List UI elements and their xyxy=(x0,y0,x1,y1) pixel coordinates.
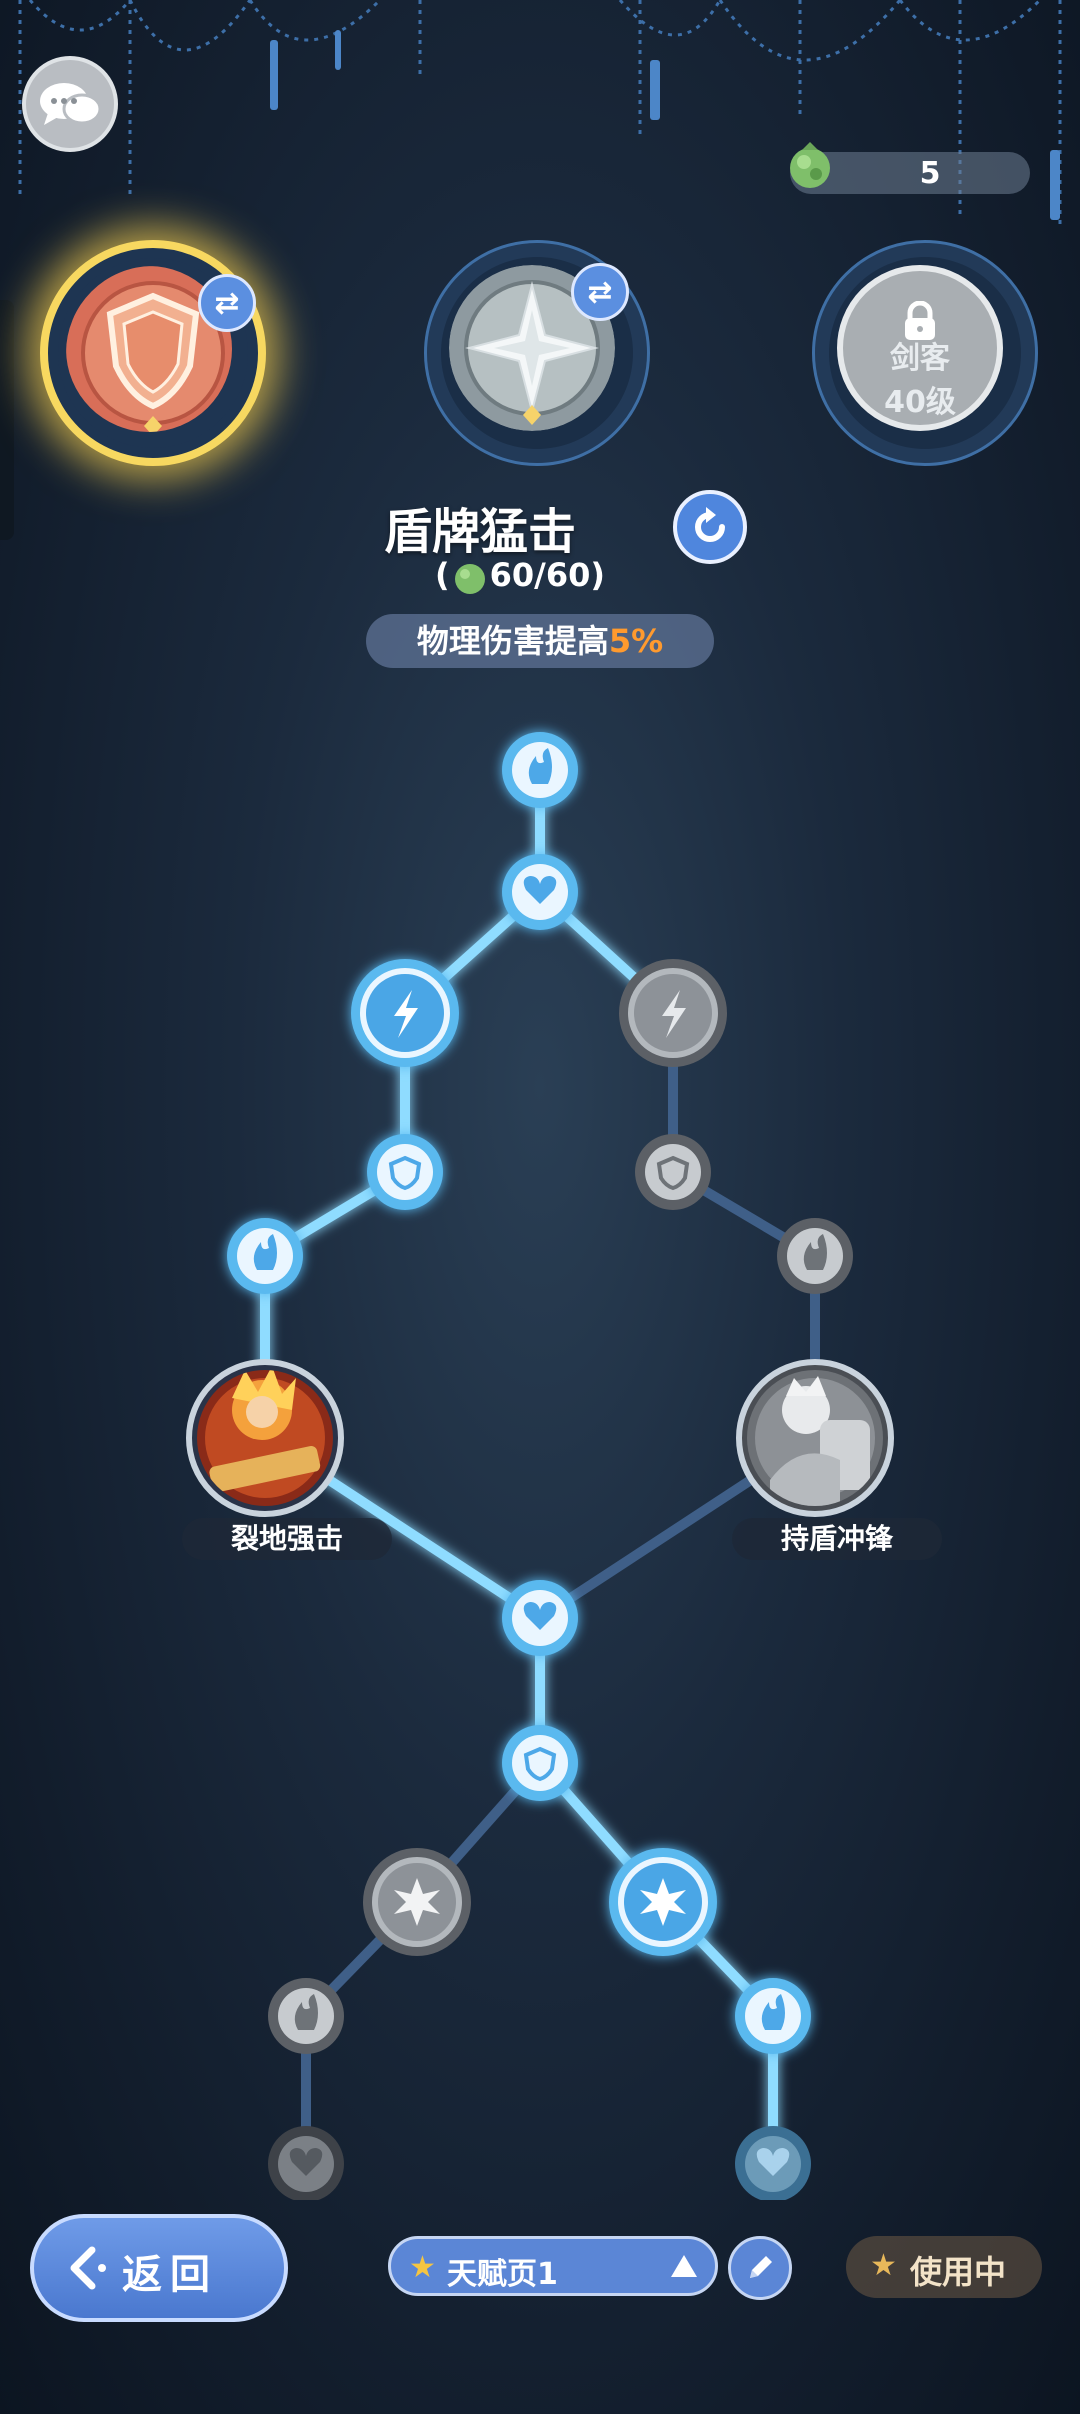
tree-node-heart-inactive[interactable] xyxy=(268,2126,344,2200)
back-label: 返回 xyxy=(122,2252,218,2298)
talent-page-label: 天赋页1 xyxy=(447,2257,558,2292)
tree-node-shield-inactive[interactable] xyxy=(635,1134,711,1210)
skill-node-label-inactive: 持盾冲锋 xyxy=(732,1518,942,1560)
tree-node-heart-3[interactable] xyxy=(735,2126,811,2200)
tree-node-shield-2[interactable] xyxy=(502,1725,578,1801)
tree-node-fire-inactive-2[interactable] xyxy=(268,1978,344,2054)
tree-node-star-inactive[interactable] xyxy=(363,1848,471,1956)
edit-button[interactable] xyxy=(728,2236,792,2300)
talent-tree xyxy=(186,732,894,2200)
tree-node-fire-1[interactable] xyxy=(502,732,578,808)
talent-page-dropdown[interactable]: ★ 天赋页1 xyxy=(388,2236,718,2296)
tree-node-fire-3[interactable] xyxy=(735,1978,811,2054)
tree-node-lightning-inactive[interactable] xyxy=(619,959,727,1067)
in-use-badge: ★ 使用中 xyxy=(846,2236,1042,2298)
tree-node-fire-2[interactable] xyxy=(227,1218,303,1294)
back-button[interactable]: 返回 xyxy=(30,2214,288,2322)
tree-node-lightning-active[interactable] xyxy=(351,959,459,1067)
star-icon: ★ xyxy=(870,2248,897,2283)
tree-node-shield-1[interactable] xyxy=(367,1134,443,1210)
tree-node-star-active[interactable] xyxy=(609,1848,717,1956)
tree-node-fire-inactive[interactable] xyxy=(777,1218,853,1294)
skill-node-label-active: 裂地强击 xyxy=(182,1518,392,1560)
back-arrow-icon xyxy=(70,2246,106,2290)
tree-node-heart-1[interactable] xyxy=(502,854,578,930)
pencil-icon xyxy=(750,2256,772,2278)
triangle-up-icon xyxy=(671,2255,697,2277)
star-icon: ★ xyxy=(409,2250,436,2285)
tree-skill-node-active[interactable] xyxy=(186,1359,344,1517)
in-use-label: 使用中 xyxy=(910,2253,1007,2291)
tree-skill-node-inactive[interactable] xyxy=(736,1359,894,1517)
tree-node-heart-2[interactable] xyxy=(502,1580,578,1656)
